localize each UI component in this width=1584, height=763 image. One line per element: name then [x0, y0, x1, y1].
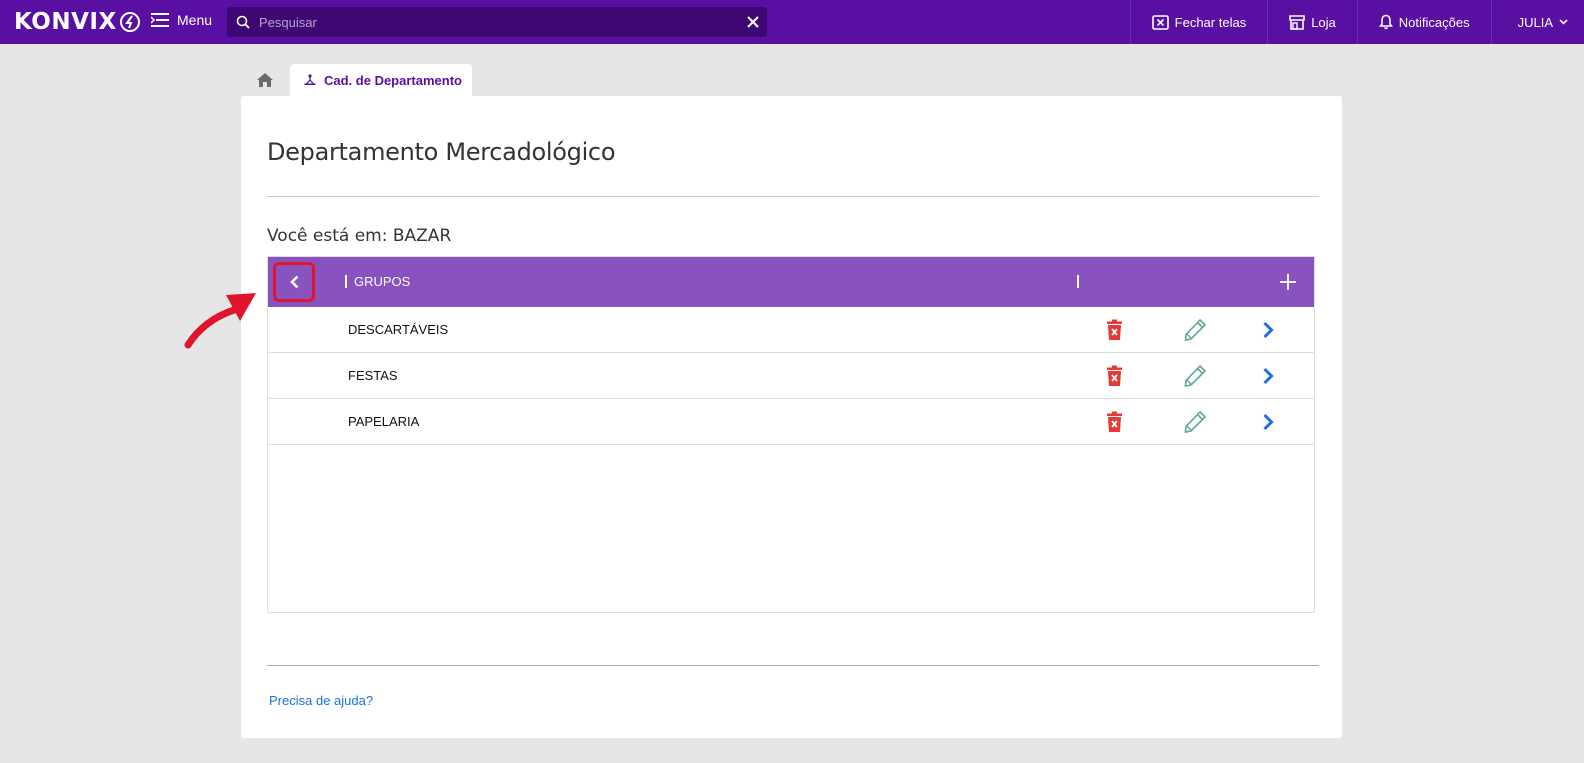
edit-icon[interactable] [1183, 364, 1207, 388]
close-screens-button[interactable]: Fechar telas [1129, 0, 1268, 44]
search-input[interactable] [259, 14, 747, 30]
store-icon [1289, 14, 1306, 30]
location-breadcrumb: Você está em: BAZAR [267, 226, 452, 246]
annotation-arrow-icon [184, 293, 256, 349]
menu-button[interactable]: Menu [151, 12, 212, 28]
menu-icon [151, 13, 169, 27]
back-button[interactable] [273, 262, 315, 302]
top-bar: KONVIX Menu Pesquisar Fechar telas Loja … [0, 0, 1584, 44]
delete-icon[interactable] [1106, 319, 1123, 341]
group-name: PAPELARIA [348, 414, 420, 429]
divider [267, 196, 1319, 197]
user-menu[interactable]: JULIA [1490, 0, 1584, 44]
group-name: DESCARTÁVEIS [348, 322, 449, 337]
konvix-logo[interactable]: KONVIX [14, 9, 141, 35]
column-separator [1077, 275, 1079, 288]
store-button[interactable]: Loja [1267, 0, 1357, 44]
notifications-button[interactable]: Notificações [1356, 0, 1491, 44]
sitemap-icon [304, 74, 316, 85]
close-window-icon [1151, 14, 1169, 30]
bell-icon [1378, 14, 1393, 30]
menu-label: Menu [177, 12, 213, 28]
chevron-left-icon [289, 275, 298, 289]
help-link[interactable]: Precisa de ajuda? [269, 693, 373, 708]
konvix-logo-icon [119, 12, 140, 32]
delete-icon[interactable] [1106, 365, 1123, 387]
home-icon [257, 73, 273, 87]
chevron-right-icon[interactable] [1262, 321, 1274, 339]
table-row[interactable]: DESCARTÁVEIS [268, 307, 1314, 353]
brand-text: KONVIX [14, 9, 117, 35]
page-title: Departamento Mercadológico [267, 138, 616, 166]
main-card: Departamento Mercadológico Você está em:… [241, 96, 1342, 738]
user-name: JULIA [1517, 14, 1553, 30]
edit-icon[interactable] [1183, 318, 1207, 342]
table-row[interactable]: PAPELARIA [268, 399, 1314, 445]
search-bar [227, 7, 767, 37]
delete-icon[interactable] [1106, 411, 1123, 433]
tab-label: Cad. de Departamento [324, 72, 462, 88]
home-tab[interactable] [250, 66, 280, 94]
chevron-right-icon[interactable] [1262, 367, 1274, 385]
close-screens-label: Fechar telas [1174, 14, 1247, 30]
column-separator [345, 275, 347, 288]
chevron-down-icon [1559, 19, 1568, 25]
edit-icon[interactable] [1183, 410, 1207, 434]
add-icon[interactable] [1278, 272, 1298, 292]
top-nav: Fechar telas Loja Notificações JULIA [1129, 0, 1584, 44]
notifications-label: Notificações [1398, 14, 1470, 30]
table-header: GRUPOS [268, 257, 1314, 307]
group-name: FESTAS [348, 368, 398, 383]
divider [267, 665, 1319, 666]
search-icon [236, 15, 250, 29]
tab-cad-departamento[interactable]: Cad. de Departamento [290, 64, 472, 96]
table-row[interactable]: FESTAS [268, 353, 1314, 399]
column-header-groups: GRUPOS [354, 274, 411, 289]
store-label: Loja [1311, 14, 1336, 30]
clear-search-icon[interactable] [747, 16, 759, 28]
groups-table: GRUPOS DESCARTÁVEIS FESTAS PAPELARIA [267, 256, 1315, 613]
chevron-right-icon[interactable] [1262, 413, 1274, 431]
